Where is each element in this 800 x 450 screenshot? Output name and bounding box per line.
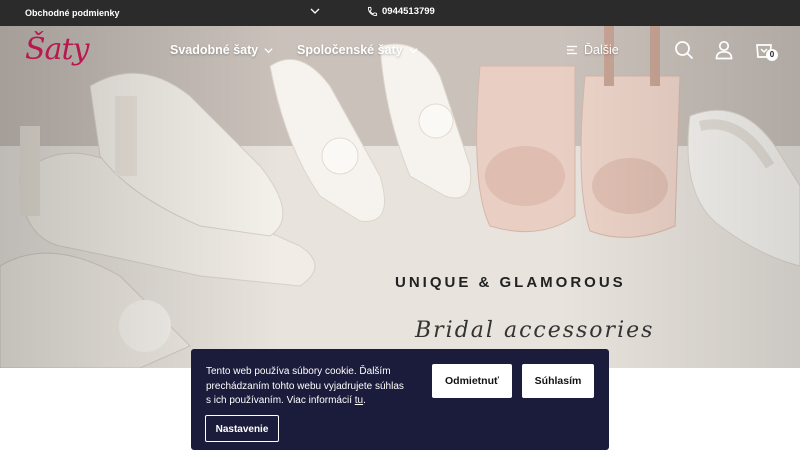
hero-overlay (0, 26, 800, 368)
chevron-down-icon (264, 47, 273, 53)
site-logo[interactable]: Šaty (25, 32, 89, 67)
hero-tagline: UNIQUE & GLAMOROUS (395, 274, 626, 291)
cookie-text-end: . (363, 395, 366, 406)
main-navigation: Šaty Svadobné šaty Spoločenské šaty Ďalš… (0, 26, 800, 76)
top-bar: Obchodné podmienky 0944513799 (0, 0, 800, 26)
cookie-banner: Tento web používa súbory cookie. Ďalším … (191, 349, 609, 450)
nav-item-label: Svadobné šaty (170, 43, 259, 57)
nav-item-wedding-dresses[interactable]: Svadobné šaty (170, 43, 273, 57)
phone-contact[interactable]: 0944513799 (367, 6, 435, 17)
hero-script-text: Bridal accessories (415, 318, 655, 343)
user-icon[interactable] (713, 39, 735, 61)
search-icon[interactable] (673, 39, 695, 61)
cart-count-badge: 0 (766, 49, 778, 61)
accept-cookies-button[interactable]: Súhlasím (522, 364, 594, 398)
nav-item-label: Spoločenské šaty (297, 43, 403, 57)
reject-cookies-button[interactable]: Odmietnuť (432, 364, 512, 398)
terms-link[interactable]: Obchodné podmienky (25, 8, 120, 18)
menu-icon (567, 45, 577, 55)
cookie-settings-button[interactable]: Nastavenie (205, 415, 279, 442)
phone-number: 0944513799 (382, 6, 435, 17)
hero-banner: UNIQUE & GLAMOROUS Bridal accessories (0, 26, 800, 368)
nav-more-label: Ďalšie (584, 43, 619, 57)
cookie-text: Tento web používa súbory cookie. Ďalším … (206, 366, 404, 406)
phone-icon (367, 6, 378, 17)
chevron-down-icon[interactable] (310, 6, 320, 16)
nav-more-button[interactable]: Ďalšie (566, 43, 619, 57)
cookie-message: Tento web používa súbory cookie. Ďalším … (206, 365, 411, 409)
cookie-info-link[interactable]: tu (355, 395, 363, 406)
nav-item-evening-dresses[interactable]: Spoločenské šaty (297, 43, 418, 57)
chevron-down-icon (409, 47, 418, 53)
